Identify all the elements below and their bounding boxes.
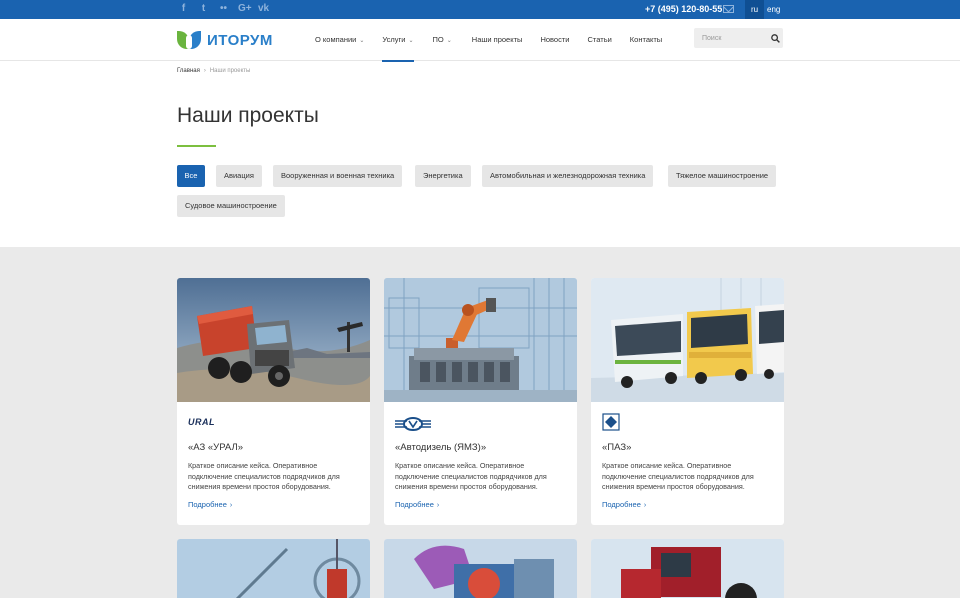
filter-energy[interactable]: Энергетика [415, 165, 471, 187]
twitter-icon[interactable]: t [198, 3, 209, 15]
flickr-icon[interactable]: •• [218, 3, 229, 15]
mail-icon[interactable] [723, 5, 734, 13]
card-description: Краткое описание кейса. Оперативное подк… [602, 461, 754, 491]
card-description: Краткое описание кейса. Оперативное подк… [188, 461, 340, 491]
chevron-down-icon: ⌄ [359, 38, 365, 44]
project-card-row2-1[interactable] [177, 539, 370, 598]
phone-link[interactable]: +7 (495) 120-80-55 [645, 4, 722, 14]
breadcrumb-current: Наши проекты [209, 68, 251, 74]
card-more-link[interactable]: Подробнее › [602, 500, 646, 509]
filter-all[interactable]: Все [177, 165, 205, 187]
card-description: Краткое описание кейса. Оперативное подк… [395, 461, 547, 491]
nav-item-articles[interactable]: Статьи [587, 19, 611, 61]
filter-military[interactable]: Вооруженная и военная техника [273, 165, 403, 187]
nav-label: Наши проекты [471, 35, 523, 44]
nav-label: Контакты [629, 35, 663, 44]
nav-item-software[interactable]: ПО ⌄ [433, 19, 452, 61]
nav-label: О компании [315, 35, 357, 44]
search-box [694, 28, 783, 48]
search-input[interactable] [694, 28, 766, 48]
filter-heavy-machinery[interactable]: Тяжелое машиностроение [668, 165, 777, 187]
chevron-right-icon: › [643, 502, 647, 509]
search-icon[interactable] [771, 34, 780, 43]
chevron-down-icon: ⌄ [446, 38, 452, 44]
chevron-right-icon: › [436, 502, 440, 509]
nav-label: Услуги [382, 35, 406, 44]
social-links: f t •• G+ vk [178, 3, 269, 15]
project-image-turbine [384, 539, 577, 598]
nav-label: Статьи [587, 35, 612, 44]
card-title[interactable]: «АЗ «УРАЛ» [188, 442, 243, 453]
card-logo-text: URAL [188, 417, 215, 427]
more-label: Подробнее [602, 500, 641, 509]
vk-icon[interactable]: vk [258, 3, 269, 15]
main-header: ИТОРУМ О компании ⌄ Услуги ⌄ ПО ⌄ Наши прое… [0, 19, 960, 62]
breadcrumb-separator-icon: › [203, 68, 206, 74]
chevron-down-icon: ⌄ [408, 38, 414, 44]
project-image-valve [177, 539, 370, 598]
project-card-ural[interactable]: URAL «АЗ «УРАЛ» Краткое описание кейса. … [177, 278, 370, 525]
nav-item-projects[interactable]: Наши проекты [472, 19, 523, 61]
card-more-link[interactable]: Подробнее › [188, 500, 232, 509]
google-plus-icon[interactable]: G+ [238, 3, 252, 15]
nav-label: ПО [432, 35, 444, 44]
chevron-right-icon: › [229, 502, 233, 509]
project-image-buses [591, 278, 784, 402]
lang-ru-button[interactable]: ru [745, 0, 764, 19]
nav-item-news[interactable]: Новости [540, 19, 569, 61]
nav-label: Новости [540, 35, 570, 44]
filter-auto-rail[interactable]: Автомобильная и железнодорожная техника [482, 165, 654, 187]
nav-item-contacts[interactable]: Контакты [630, 19, 662, 61]
page-title: Наши проекты [177, 104, 319, 127]
nav-item-about[interactable]: О компании ⌄ [315, 19, 364, 61]
project-card-row2-2[interactable] [384, 539, 577, 598]
paz-logo-icon [602, 413, 620, 431]
site-logo[interactable]: ИТОРУМ [177, 29, 273, 51]
breadcrumb-home-link[interactable]: Главная [177, 68, 200, 74]
card-title[interactable]: «Автодизель (ЯМЗ)» [395, 442, 486, 453]
title-underline [177, 145, 216, 147]
project-image-tractor [591, 539, 784, 598]
project-image-robot-engine [384, 278, 577, 402]
yamz-logo-icon [395, 417, 431, 431]
top-bar: f t •• G+ vk +7 (495) 120-80-55 ru eng [0, 0, 960, 19]
project-card-yamz[interactable]: «Автодизель (ЯМЗ)» Краткое описание кейс… [384, 278, 577, 525]
main-nav: О компании ⌄ Услуги ⌄ ПО ⌄ Наши проекты Нов… [315, 19, 662, 62]
project-image-truck [177, 278, 370, 402]
filter-aviation[interactable]: Авиация [216, 165, 262, 187]
logo-leaf-icon [177, 29, 203, 51]
facebook-icon[interactable]: f [178, 3, 189, 15]
nav-item-services[interactable]: Услуги ⌄ [382, 19, 414, 62]
project-card-row2-3[interactable] [591, 539, 784, 598]
project-card-paz[interactable]: «ПАЗ» Краткое описание кейса. Оперативно… [591, 278, 784, 525]
more-label: Подробнее [395, 500, 434, 509]
card-title[interactable]: «ПАЗ» [602, 442, 631, 453]
more-label: Подробнее [188, 500, 227, 509]
filter-shipbuilding[interactable]: Судовое машиностроение [177, 195, 285, 217]
lang-eng-button[interactable]: eng [767, 0, 780, 19]
logo-text: ИТОРУМ [207, 31, 273, 49]
breadcrumb: Главная › Наши проекты [177, 68, 250, 74]
card-more-link[interactable]: Подробнее › [395, 500, 439, 509]
